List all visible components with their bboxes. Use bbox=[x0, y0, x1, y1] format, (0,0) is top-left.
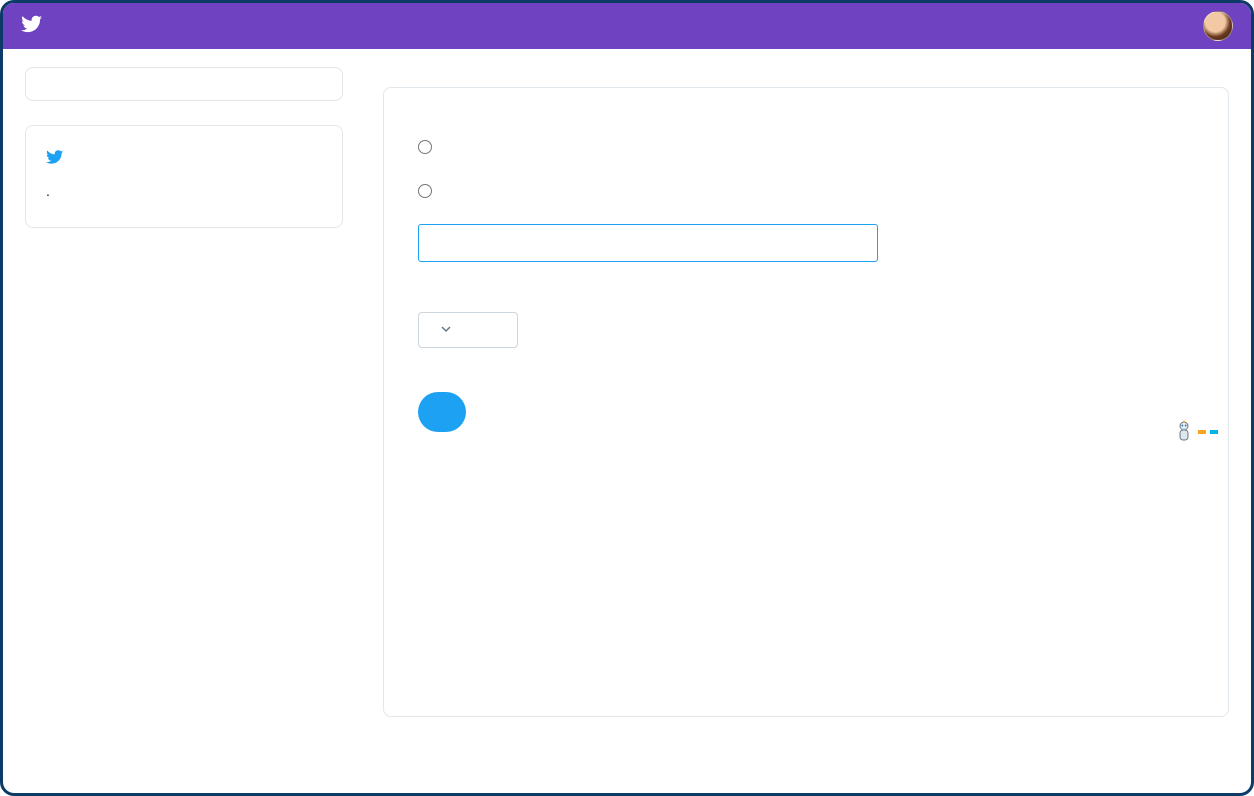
country-select[interactable] bbox=[418, 312, 518, 348]
robot-icon bbox=[1174, 420, 1194, 444]
twitter-bird-icon bbox=[46, 148, 64, 171]
radio-personal[interactable] bbox=[418, 184, 432, 198]
why-body: . bbox=[46, 181, 322, 203]
progress-panel bbox=[25, 67, 343, 101]
chevron-down-icon bbox=[441, 322, 451, 338]
radio-organization[interactable] bbox=[418, 140, 432, 154]
why-panel: . bbox=[25, 125, 343, 228]
watermark-badge bbox=[1174, 418, 1218, 444]
status-header bbox=[26, 68, 342, 100]
account-name-input[interactable] bbox=[418, 224, 878, 262]
top-navbar bbox=[3, 3, 1251, 49]
continue-button[interactable] bbox=[418, 392, 466, 432]
twitter-bird-icon bbox=[21, 13, 43, 40]
avatar[interactable] bbox=[1203, 11, 1233, 41]
form-card bbox=[383, 87, 1229, 717]
